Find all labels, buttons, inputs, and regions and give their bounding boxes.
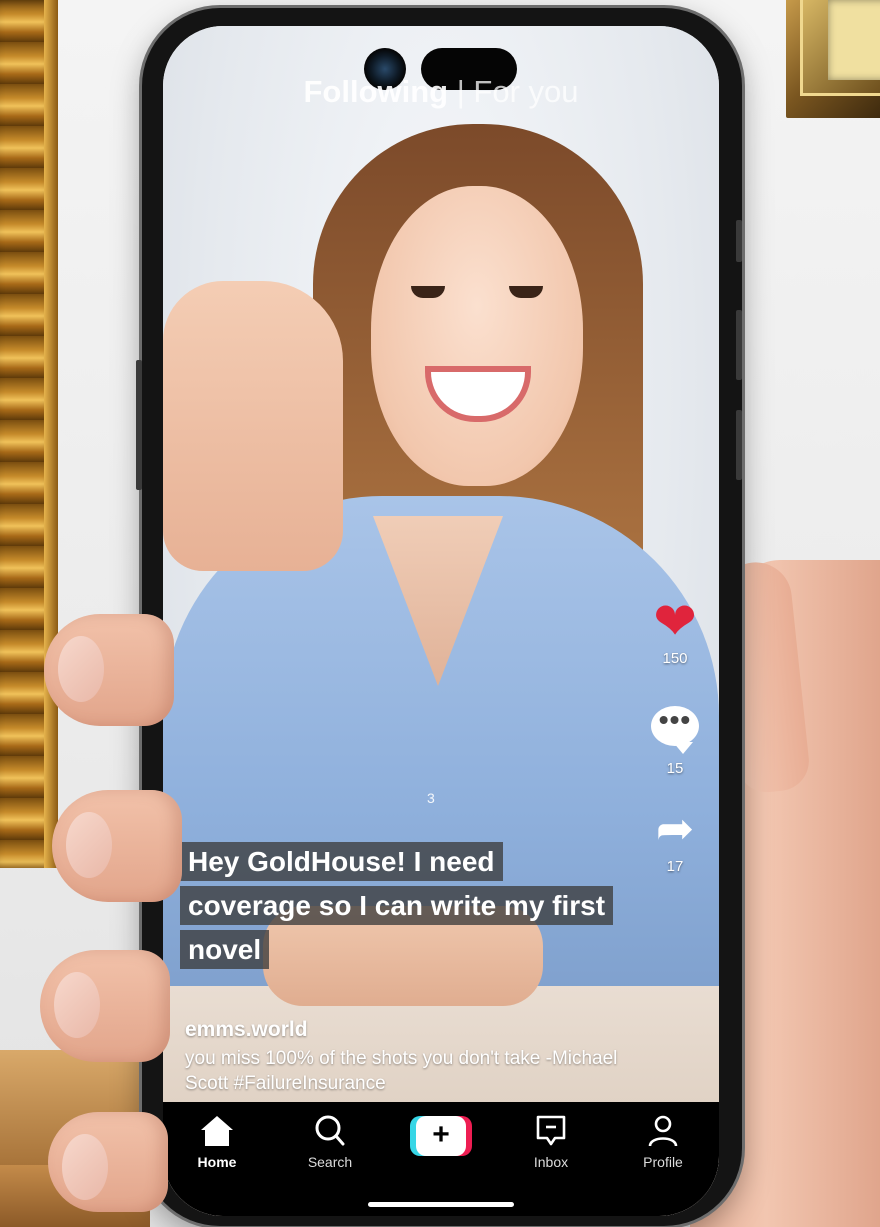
nav-profile-label: Profile (643, 1154, 683, 1170)
tab-separator: | (456, 74, 465, 109)
hand-finger (48, 1112, 168, 1212)
phone-screen: Following | For you ❤ 150 ••• 15 ➦ 17 3 … (163, 26, 719, 1216)
inbox-icon (511, 1114, 591, 1150)
like-count: 150 (662, 650, 688, 667)
fingernail (54, 972, 100, 1038)
video-caption: Hey GoldHouse! I need coverage so I can … (180, 840, 640, 972)
comment-button[interactable]: ••• 15 (645, 706, 705, 777)
profile-icon (623, 1114, 703, 1150)
search-icon (290, 1114, 370, 1150)
like-button[interactable]: ❤ 150 (645, 593, 705, 667)
nav-home-label: Home (197, 1154, 237, 1170)
video-subject-waving-hand (163, 281, 343, 571)
hand-finger (40, 950, 170, 1062)
phone-side-button (736, 220, 742, 262)
share-button[interactable]: ➦ 17 (645, 802, 705, 875)
fingernail (58, 636, 104, 702)
caption-line: coverage so I can write my first (180, 886, 614, 925)
plus-icon: + (416, 1116, 466, 1156)
bottom-nav: Home Search + Inbox Profile (163, 1102, 719, 1216)
gold-frame-decor-top-right (786, 0, 880, 118)
comment-count: 15 (666, 760, 684, 777)
phone-side-button (136, 360, 142, 490)
fingernail (62, 1134, 108, 1200)
nav-inbox[interactable]: Inbox (511, 1114, 591, 1170)
nav-profile[interactable]: Profile (623, 1114, 703, 1170)
caption-line: novel (180, 930, 270, 969)
nav-search-label: Search (307, 1154, 353, 1170)
share-arrow-icon: ➦ (655, 802, 695, 854)
smile (431, 372, 525, 416)
create-post-button[interactable]: + (410, 1116, 472, 1156)
overlay-number: 3 (427, 790, 435, 806)
post-description: you miss 100% of the shots you don't tak… (185, 1048, 618, 1094)
fingernail (66, 812, 112, 878)
nav-home[interactable]: Home (177, 1114, 257, 1170)
hand-finger (44, 614, 174, 726)
tab-following[interactable]: Following (303, 74, 448, 109)
post-author[interactable]: emms.world (185, 1018, 308, 1042)
phone-side-button (736, 310, 742, 380)
comment-bubble-icon: ••• (651, 706, 699, 754)
hand-finger (52, 790, 182, 902)
frame-inner (800, 0, 880, 96)
home-indicator[interactable] (368, 1202, 514, 1207)
nav-inbox-label: Inbox (533, 1154, 569, 1170)
caption-line: Hey GoldHouse! I need (180, 842, 503, 881)
feed-tabs: Following | For you (163, 74, 719, 110)
eye (509, 286, 543, 298)
home-icon (177, 1114, 257, 1150)
frame-art (828, 0, 880, 80)
heart-icon: ❤ (653, 593, 697, 651)
eye (411, 286, 445, 298)
share-count: 17 (666, 858, 684, 875)
phone-side-button (736, 410, 742, 480)
tab-for-you[interactable]: For you (473, 74, 578, 109)
video-subject-face (371, 186, 583, 486)
gold-frame-edge (44, 0, 58, 868)
nav-search[interactable]: Search (290, 1114, 370, 1170)
